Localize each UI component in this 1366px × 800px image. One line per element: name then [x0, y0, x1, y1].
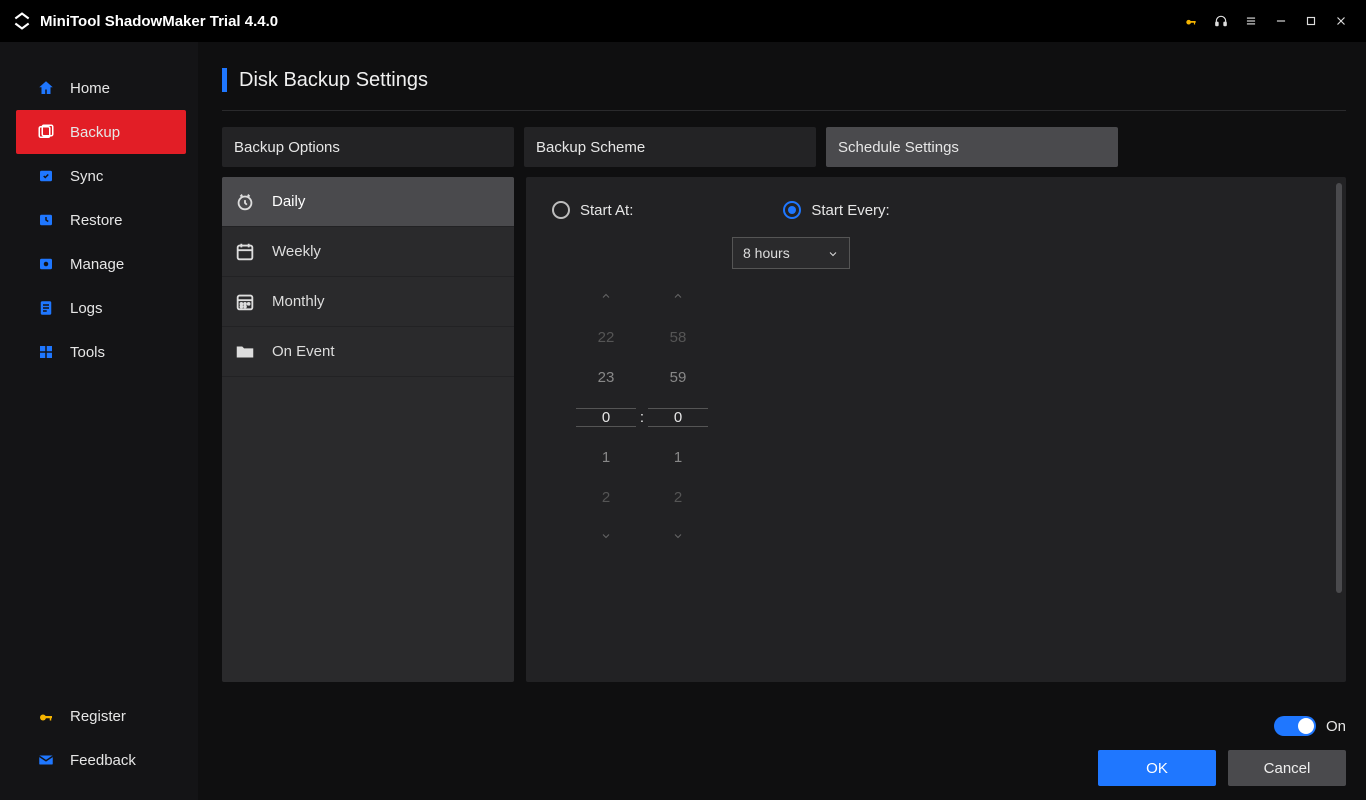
page-title: Disk Backup Settings — [239, 69, 428, 92]
time-separator: : — [636, 409, 648, 426]
sidebar-item-label: Manage — [70, 256, 124, 273]
radio-start-every[interactable]: Start Every: — [783, 201, 889, 219]
headset-icon[interactable] — [1206, 6, 1236, 36]
sidebar-item-label: Logs — [70, 300, 103, 317]
schedule-on-event[interactable]: On Event — [222, 327, 514, 377]
wheel-value: 59 — [648, 369, 708, 386]
tools-icon — [36, 342, 56, 362]
tab-backup-options[interactable]: Backup Options — [222, 127, 514, 167]
menu-icon[interactable] — [1236, 6, 1266, 36]
sidebar-item-label: Tools — [70, 344, 105, 361]
wheel-value: 22 — [576, 329, 636, 346]
minimize-icon[interactable] — [1266, 6, 1296, 36]
folder-icon — [234, 341, 256, 363]
schedule-weekly[interactable]: Weekly — [222, 227, 514, 277]
tab-label: Schedule Settings — [838, 139, 959, 156]
wheel-value-selected[interactable]: 0 — [648, 408, 708, 427]
main-panel: Disk Backup Settings Backup Options Back… — [198, 42, 1366, 800]
maximize-icon[interactable] — [1296, 6, 1326, 36]
radio-start-at[interactable]: Start At: — [552, 201, 633, 219]
manage-icon — [36, 254, 56, 274]
key-icon[interactable] — [1176, 6, 1206, 36]
radio-circle-icon — [783, 201, 801, 219]
wheel-value: 2 — [576, 489, 636, 506]
sidebar-item-label: Feedback — [70, 752, 136, 769]
app-title: MiniTool ShadowMaker Trial 4.4.0 — [40, 13, 278, 30]
interval-dropdown[interactable]: 8 hours — [732, 237, 850, 269]
wheel-value: 2 — [648, 489, 708, 506]
divider — [222, 110, 1346, 111]
wheel-value: 1 — [648, 449, 708, 466]
sidebar-item-restore[interactable]: Restore — [0, 198, 198, 242]
schedule-type-list: Daily Weekly Monthly On Event — [222, 177, 514, 682]
tab-label: Backup Scheme — [536, 139, 645, 156]
close-icon[interactable] — [1326, 6, 1356, 36]
minute-down-icon[interactable] — [648, 529, 708, 546]
settings-tabs: Backup Options Backup Scheme Schedule Se… — [222, 127, 1346, 167]
calendar-week-icon — [234, 241, 256, 263]
logs-icon — [36, 298, 56, 318]
sidebar-item-logs[interactable]: Logs — [0, 286, 198, 330]
sidebar-item-label: Restore — [70, 212, 123, 229]
restore-icon — [36, 210, 56, 230]
sidebar-item-label: Home — [70, 80, 110, 97]
cancel-button[interactable]: Cancel — [1228, 750, 1346, 786]
minute-up-icon[interactable] — [648, 289, 708, 306]
home-icon — [36, 78, 56, 98]
sidebar-item-label: Sync — [70, 168, 103, 185]
app-logo-icon — [12, 11, 32, 31]
sidebar-item-manage[interactable]: Manage — [0, 242, 198, 286]
sidebar-feedback[interactable]: Feedback — [0, 738, 198, 782]
radio-label: Start Every: — [811, 202, 889, 219]
dropdown-value: 8 hours — [743, 245, 790, 261]
sidebar-register[interactable]: Register — [0, 694, 198, 738]
sidebar-item-tools[interactable]: Tools — [0, 330, 198, 374]
sidebar-item-label: Backup — [70, 124, 120, 141]
key-icon — [36, 706, 56, 726]
radio-circle-icon — [552, 201, 570, 219]
wheel-value-selected[interactable]: 0 — [576, 408, 636, 427]
sidebar-item-sync[interactable]: Sync — [0, 154, 198, 198]
toggle-label: On — [1326, 718, 1346, 735]
tab-schedule-settings[interactable]: Schedule Settings — [826, 127, 1118, 167]
scrollbar[interactable] — [1336, 183, 1342, 593]
schedule-monthly[interactable]: Monthly — [222, 277, 514, 327]
schedule-config-panel: Start At: Start Every: 8 hours — [526, 177, 1346, 682]
accent-bar — [222, 68, 227, 92]
ok-button[interactable]: OK — [1098, 750, 1216, 786]
list-item-label: On Event — [272, 343, 335, 360]
mail-icon — [36, 750, 56, 770]
hour-up-icon[interactable] — [576, 289, 636, 306]
calendar-month-icon — [234, 291, 256, 313]
schedule-daily[interactable]: Daily — [222, 177, 514, 227]
radio-label: Start At: — [580, 202, 633, 219]
wheel-value: 23 — [576, 369, 636, 386]
clock-icon — [234, 191, 256, 213]
list-item-label: Monthly — [272, 293, 325, 310]
wheel-value: 1 — [576, 449, 636, 466]
sidebar-item-home[interactable]: Home — [0, 66, 198, 110]
sidebar-item-backup[interactable]: Backup — [16, 110, 186, 154]
list-item-label: Weekly — [272, 243, 321, 260]
tab-label: Backup Options — [234, 139, 340, 156]
hour-down-icon[interactable] — [576, 529, 636, 546]
backup-icon — [36, 122, 56, 142]
list-item-label: Daily — [272, 193, 305, 210]
sync-icon — [36, 166, 56, 186]
sidebar-item-label: Register — [70, 708, 126, 725]
chevron-down-icon — [827, 247, 839, 259]
title-bar: MiniTool ShadowMaker Trial 4.4.0 — [0, 0, 1366, 42]
footer: On OK Cancel — [1098, 716, 1346, 786]
tab-backup-scheme[interactable]: Backup Scheme — [524, 127, 816, 167]
sidebar: Home Backup Sync Restore Manage Logs — [0, 42, 198, 800]
wheel-value: 58 — [648, 329, 708, 346]
schedule-toggle[interactable] — [1274, 716, 1316, 736]
time-wheel: 22 58 23 59 0:0 11 22 — [562, 277, 722, 557]
